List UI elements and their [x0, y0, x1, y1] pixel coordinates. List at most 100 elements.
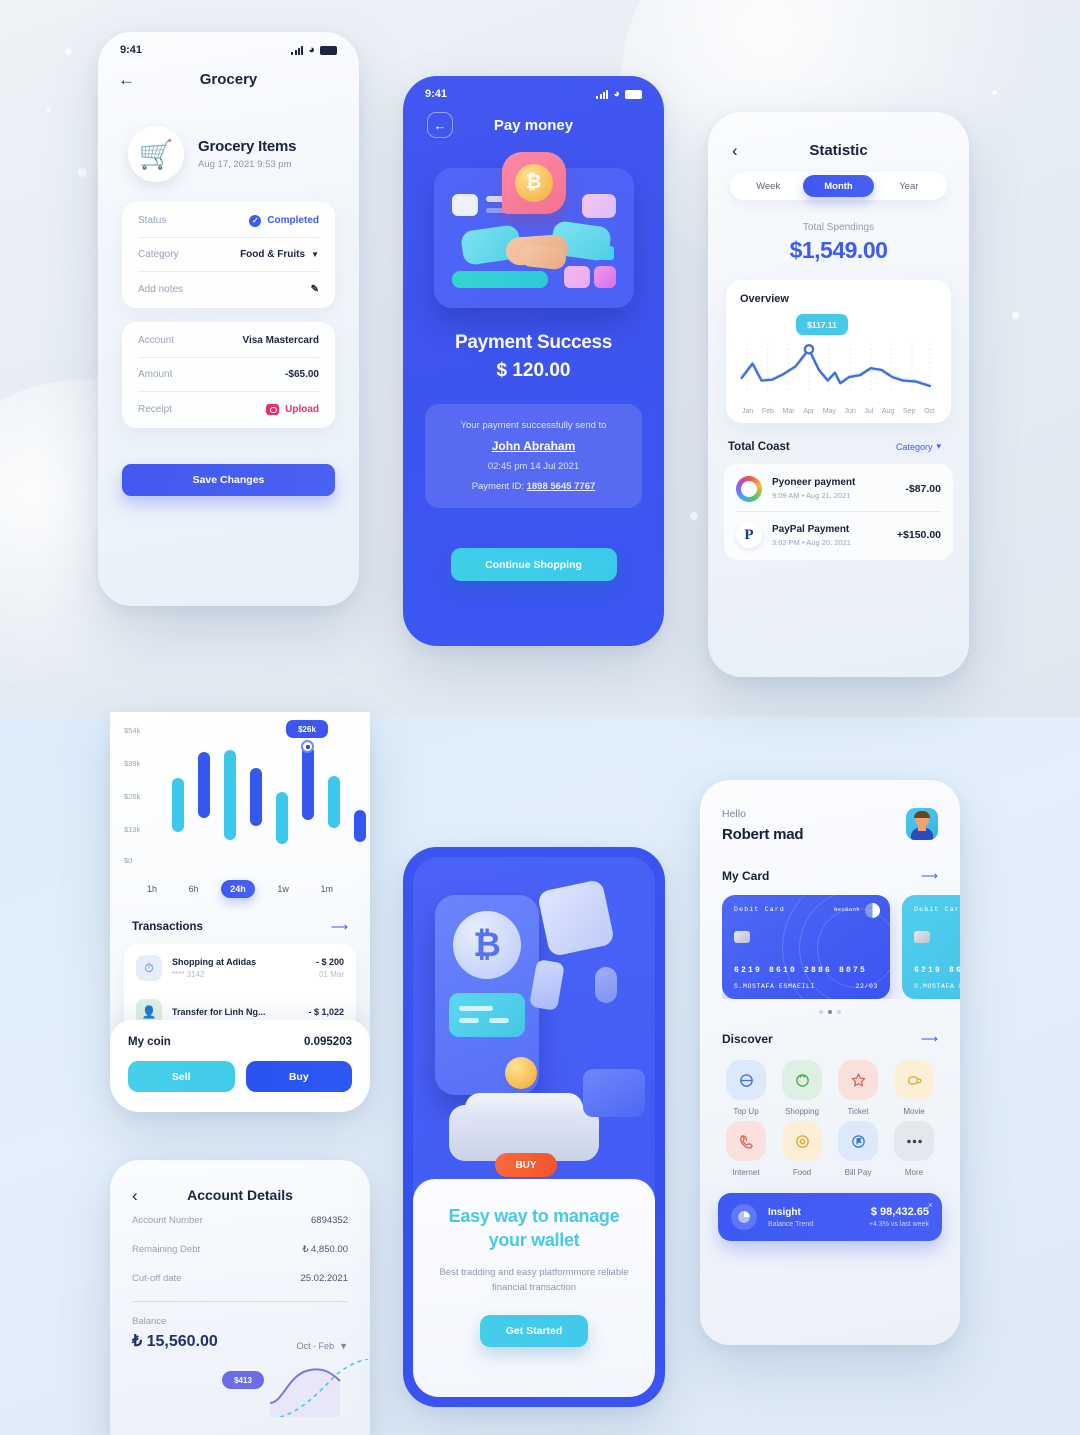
range-1h[interactable]: 1h [138, 880, 166, 898]
discover-item-shopping[interactable]: Shopping [774, 1060, 830, 1116]
avatar[interactable] [906, 808, 938, 840]
tab-year[interactable]: Year [874, 175, 944, 197]
row-value: Upload [266, 403, 319, 415]
chevron-down-icon: ▼ [339, 1341, 348, 1351]
tab-month[interactable]: Month [803, 175, 874, 197]
row-notes[interactable]: Add notes ✎ [138, 272, 319, 306]
background-speck [78, 168, 87, 177]
arrow-right-icon[interactable]: ⟶ [331, 920, 348, 934]
upload-link[interactable]: Upload [285, 404, 319, 415]
bar-8 [354, 810, 366, 842]
range-1m[interactable]: 1m [311, 880, 342, 898]
category-value: Food & Fruits [240, 249, 306, 260]
debit-card-primary[interactable]: Debit Card NeoBank 6219 8610 2886 8075 S… [722, 895, 890, 999]
flag-icon [838, 1121, 878, 1161]
headline-accent: manage [553, 1206, 620, 1226]
arrow-right-icon[interactable]: ⟶ [921, 869, 938, 883]
discover-item-more[interactable]: More [886, 1121, 942, 1177]
range-24h[interactable]: 24h [221, 880, 255, 898]
card-number: 6219 8610 [914, 966, 960, 975]
transaction-date: 01 Mar [319, 970, 344, 979]
chevron-down-icon: ▾ [936, 441, 941, 451]
save-changes-button[interactable]: Save Changes [122, 464, 335, 496]
list-item[interactable]: ⏱ Shopping at Adidas **** 3142 - $ 200 0… [136, 946, 344, 990]
transaction-name: Shopping at Adidas [172, 957, 257, 967]
period-selector[interactable]: Oct - Feb ▼ [297, 1341, 348, 1351]
range-1w[interactable]: 1w [268, 880, 298, 898]
row-status[interactable]: Status ✓ Completed [138, 204, 319, 238]
bag-icon [782, 1060, 822, 1100]
row-account: Account Visa Mastercard [138, 324, 319, 358]
coin-3d [505, 1057, 537, 1089]
page-title: Pay money [493, 116, 574, 134]
status-icons: ◕ [596, 88, 642, 99]
recipient-name: John Abraham [491, 439, 576, 453]
card-expiry: 22/03 [855, 983, 878, 990]
insight-title: Insight [768, 1206, 801, 1218]
period-segmented-control[interactable]: Week Month Year [730, 172, 947, 200]
row-category[interactable]: Category Food & Fruits ▼ [138, 238, 319, 272]
item-title: Grocery Items [198, 138, 297, 155]
dot-2[interactable] [828, 1010, 832, 1014]
discover-item-billpay[interactable]: Bill Pay [830, 1121, 886, 1177]
background-speck [47, 108, 51, 112]
buy-button[interactable]: Buy [245, 1061, 352, 1092]
detail-card: Status ✓ Completed Category Food & Fruit… [122, 202, 335, 308]
card-carousel[interactable]: Debit Card NeoBank 6219 8610 2886 8075 S… [722, 895, 960, 999]
continue-shopping-button[interactable]: Continue Shopping [450, 548, 617, 581]
back-button[interactable]: ← [118, 71, 135, 88]
row-amount: Amount -$65.00 [138, 358, 319, 392]
pencil-icon[interactable]: ✎ [311, 284, 319, 295]
discover-item-food[interactable]: Food [774, 1121, 830, 1177]
table-row[interactable]: P PayPal Payment 3:02 PM • Aug 20, 2021 … [736, 512, 941, 558]
phone-icon [726, 1121, 766, 1161]
row-receipt[interactable]: Receipt Upload [138, 392, 319, 426]
discover-item-ticket[interactable]: Ticket [830, 1060, 886, 1116]
bar-7 [328, 776, 340, 828]
arrow-right-icon[interactable]: ⟶ [921, 1032, 938, 1046]
table-row[interactable]: Pyoneer payment 9:09 AM • Aug 21, 2021 -… [736, 466, 941, 512]
tick-sep: Sep [903, 408, 916, 415]
sell-button[interactable]: Sell [128, 1061, 235, 1092]
insight-banner[interactable]: Insight Balance Trend $ 98,432.65 +4.3% … [718, 1193, 942, 1241]
category-filter-button[interactable]: Category ▾ [887, 437, 949, 456]
close-icon[interactable]: × [928, 1200, 933, 1210]
card-chip [451, 194, 478, 216]
clock-icon: ⏱ [136, 955, 162, 981]
discover-item-movie[interactable]: Movie [886, 1060, 942, 1116]
carousel-dots[interactable] [700, 1010, 960, 1014]
navbar: ← Grocery [98, 58, 359, 100]
discover-item-topup[interactable]: Top Up [718, 1060, 774, 1116]
chart-tooltip: $117.11 [796, 314, 848, 335]
headline-part-1: Easy way to [448, 1206, 554, 1226]
card-holder: S.MOSTAFA E [914, 983, 960, 990]
dot-1[interactable] [819, 1010, 823, 1014]
discover-item-internet[interactable]: Internet [718, 1121, 774, 1177]
range-selector[interactable]: 1h 6h 24h 1w 1m [138, 880, 342, 898]
status-badge: Completed [267, 215, 319, 226]
tick-jul: Jul [864, 408, 874, 415]
handshake-icon [459, 220, 612, 286]
dot-3[interactable] [837, 1010, 841, 1014]
card-footer: S.MOSTAFA ESMAEILI 22/03 [734, 983, 878, 990]
background-speck [1012, 312, 1019, 319]
get-started-button[interactable]: Get Started [480, 1314, 588, 1347]
chevron-down-icon[interactable]: ▼ [311, 250, 319, 259]
transaction-name: Transfer for Linh Ng... [172, 1007, 266, 1017]
row-label: Cut-off date [132, 1273, 182, 1284]
tab-week[interactable]: Week [733, 175, 803, 197]
card-footer: S.MOSTAFA E [914, 983, 960, 990]
debit-card-secondary[interactable]: Debit Card 6219 8610 S.MOSTAFA E [902, 895, 960, 999]
bar-6 [302, 746, 314, 820]
dots-icon [894, 1121, 934, 1161]
y-tick-0: $0 [124, 856, 133, 865]
bitcoin-bubble: ₿ [501, 152, 566, 214]
box-3d [536, 878, 616, 958]
payment-card: Account Visa Mastercard Amount -$65.00 R… [122, 322, 335, 428]
total-spendings-value: $1,549.00 [789, 237, 888, 263]
row-right: - $ 200 01 Mar [316, 957, 344, 979]
navbar: ← Pay money [403, 102, 664, 142]
discover-label: Shopping [785, 1107, 819, 1116]
range-6h[interactable]: 6h [180, 880, 208, 898]
insight-amount: $ 98,432.65 [870, 1206, 929, 1218]
